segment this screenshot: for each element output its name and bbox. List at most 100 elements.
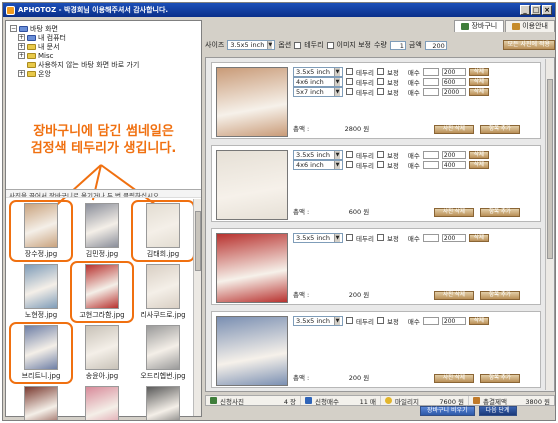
photo-thumbnail[interactable]: 장수정.jpg xyxy=(9,200,73,262)
remove-option-button[interactable]: 삭제 xyxy=(468,67,489,76)
border-checkbox[interactable] xyxy=(346,78,353,85)
photo-thumbnail[interactable]: 송윤아.jpg xyxy=(73,325,131,381)
border-checkbox[interactable] xyxy=(346,68,353,75)
summary-bar: 신청사진 4 장 신청매수 11 매 마일리지 7600 원 총결제액 3800… xyxy=(205,395,555,406)
correction-checkbox[interactable] xyxy=(326,41,334,49)
qty-input[interactable] xyxy=(422,77,439,86)
remove-option-button[interactable]: 삭제 xyxy=(468,87,489,96)
thumbnail-image xyxy=(146,203,180,248)
photo-thumbnail[interactable]: 노현정.jpg xyxy=(12,264,70,320)
print-size-select[interactable]: 4x6 inch ▼ xyxy=(293,76,343,87)
delete-photo-button[interactable]: 사진 삭제 xyxy=(434,291,474,300)
qty-input[interactable] xyxy=(422,160,439,169)
apply-all-button[interactable]: 모든 사진에 적용 xyxy=(502,40,555,50)
item-price: 200 xyxy=(441,150,466,159)
border-checkbox[interactable] xyxy=(346,151,353,158)
border-checkbox[interactable] xyxy=(346,234,353,241)
tab-cart[interactable]: 장바구니 xyxy=(454,20,505,32)
correction-checkbox[interactable] xyxy=(376,234,384,241)
delete-photo-button[interactable]: 사진 삭제 xyxy=(434,125,474,134)
remove-option-button[interactable]: 삭제 xyxy=(468,150,489,159)
photo-thumbnail[interactable]: 김민정.jpg xyxy=(73,203,131,259)
collapse-icon[interactable]: − xyxy=(10,25,17,32)
add-option-button[interactable]: 항목 추가 xyxy=(480,291,520,300)
cart-panel: 장바구니 이용안내 사이즈 3.5x5 inch ▼ 옵션 테두리 이미지 보정 … xyxy=(205,20,555,417)
close-icon[interactable]: × xyxy=(542,5,552,15)
border-checkbox[interactable] xyxy=(346,161,353,168)
callout-line-1: 장바구니에 담긴 썸네일은 xyxy=(33,124,174,139)
total-amount: 600 원 xyxy=(348,208,370,216)
qty-input[interactable] xyxy=(422,87,439,96)
remove-option-button[interactable]: 삭제 xyxy=(468,316,489,325)
remove-option-button[interactable]: 삭제 xyxy=(468,233,489,242)
thumbnail-filename: 오드리헵번.jpg xyxy=(140,372,186,380)
correction-checkbox[interactable] xyxy=(376,68,384,75)
cart-item: 3.5x5 inch ▼ 테두리 보정 매수 200 삭제 4x6 inch ▼ 테두리 보정 매수 6… xyxy=(211,62,541,139)
tab-guide[interactable]: 이용안내 xyxy=(505,20,555,32)
print-size-select[interactable]: 3.5x5 inch ▼ xyxy=(293,149,343,160)
item-price: 400 xyxy=(441,160,466,169)
minimize-icon[interactable]: _ xyxy=(520,5,530,15)
delete-photo-button[interactable]: 사진 삭제 xyxy=(434,374,474,383)
qty-input[interactable] xyxy=(422,316,439,325)
correction-checkbox[interactable] xyxy=(376,78,384,85)
expand-icon[interactable]: + xyxy=(18,52,25,59)
folder-icon xyxy=(27,52,36,59)
print-size-select[interactable]: 4x6 inch ▼ xyxy=(293,159,343,170)
tree-item[interactable]: + 내 문서 xyxy=(10,42,197,51)
correction-checkbox[interactable] xyxy=(376,317,384,324)
photo-thumbnail[interactable]: 김태희.jpg xyxy=(131,200,195,262)
qty-input[interactable] xyxy=(422,150,439,159)
coin-icon xyxy=(385,397,392,404)
expand-icon[interactable]: + xyxy=(18,70,25,77)
photo-thumbnail[interactable]: 오드리헵번.jpg xyxy=(134,325,192,381)
correction-checkbox[interactable] xyxy=(376,88,384,95)
print-size-select[interactable]: 3.5x5 inch ▼ xyxy=(293,66,343,77)
item-total: 총액 : 200 원 xyxy=(293,372,373,382)
add-option-button[interactable]: 항목 추가 xyxy=(480,125,520,134)
qty-input[interactable]: 1 xyxy=(389,40,406,50)
border-label: 테두리 xyxy=(356,151,374,160)
photo-thumbnail[interactable]: 브리트니.jpg xyxy=(9,322,73,384)
photo-thumbnail[interactable]: 윤은혜.jpg xyxy=(12,386,70,420)
total-amount: 200 원 xyxy=(348,291,370,299)
maximize-icon[interactable]: □ xyxy=(531,5,541,15)
border-checkbox[interactable] xyxy=(346,88,353,95)
photo-thumbnail[interactable]: 고현그라함.jpg xyxy=(70,261,134,323)
print-options: 3.5x5 inch ▼ 테두리 보정 매수 200 삭제 xyxy=(293,315,489,326)
photo-thumbnail[interactable]: 리사쿠드로.jpg xyxy=(134,264,192,320)
photo-thumbnail[interactable]: 캐서린제타존스.jpg xyxy=(134,386,192,420)
correction-checkbox[interactable] xyxy=(376,161,384,168)
chevron-down-icon: ▼ xyxy=(334,87,340,96)
border-checkbox[interactable] xyxy=(294,41,302,49)
qty-input[interactable] xyxy=(422,233,439,242)
border-checkbox[interactable] xyxy=(346,317,353,324)
scrollbar-thumb[interactable] xyxy=(547,79,553,259)
expand-icon[interactable]: + xyxy=(18,34,25,41)
tree-item[interactable]: + 온앙 xyxy=(10,69,197,78)
correction-label: 보정 xyxy=(386,88,399,97)
sheets-label: 신청매수 xyxy=(315,397,339,406)
photos-label: 신청사진 xyxy=(220,397,244,406)
print-size-select[interactable]: 3.5x5 inch ▼ xyxy=(293,232,343,243)
delete-photo-button[interactable]: 사진 삭제 xyxy=(434,208,474,217)
next-step-button[interactable]: 다음 단계 xyxy=(478,406,517,416)
cart-scrollbar[interactable] xyxy=(545,59,553,390)
scrollbar-thumb[interactable] xyxy=(195,211,201,271)
thumbnail-scrollbar[interactable] xyxy=(193,199,201,416)
add-option-button[interactable]: 항목 추가 xyxy=(480,208,520,217)
correction-checkbox[interactable] xyxy=(376,151,384,158)
remove-option-button[interactable]: 삭제 xyxy=(468,160,489,169)
total-amount: 2800 원 xyxy=(344,125,370,133)
remove-option-button[interactable]: 삭제 xyxy=(468,77,489,86)
print-size-select[interactable]: 5x7 inch ▼ xyxy=(293,86,343,97)
size-select[interactable]: 3.5x5 inch ▼ xyxy=(227,40,276,50)
mileage-label: 마일리지 xyxy=(395,397,419,406)
empty-cart-button[interactable]: 장바구니 비우기 xyxy=(420,406,475,416)
expand-icon[interactable]: + xyxy=(18,43,25,50)
order-toolbar: 사이즈 3.5x5 inch ▼ 옵션 테두리 이미지 보정 수량 1 금액 2… xyxy=(205,37,555,53)
add-option-button[interactable]: 항목 추가 xyxy=(480,374,520,383)
qty-input[interactable] xyxy=(422,67,439,76)
photo-thumbnail[interactable]: 제니퍼애니스톤.jpg xyxy=(73,386,131,420)
print-size-select[interactable]: 3.5x5 inch ▼ xyxy=(293,315,343,326)
